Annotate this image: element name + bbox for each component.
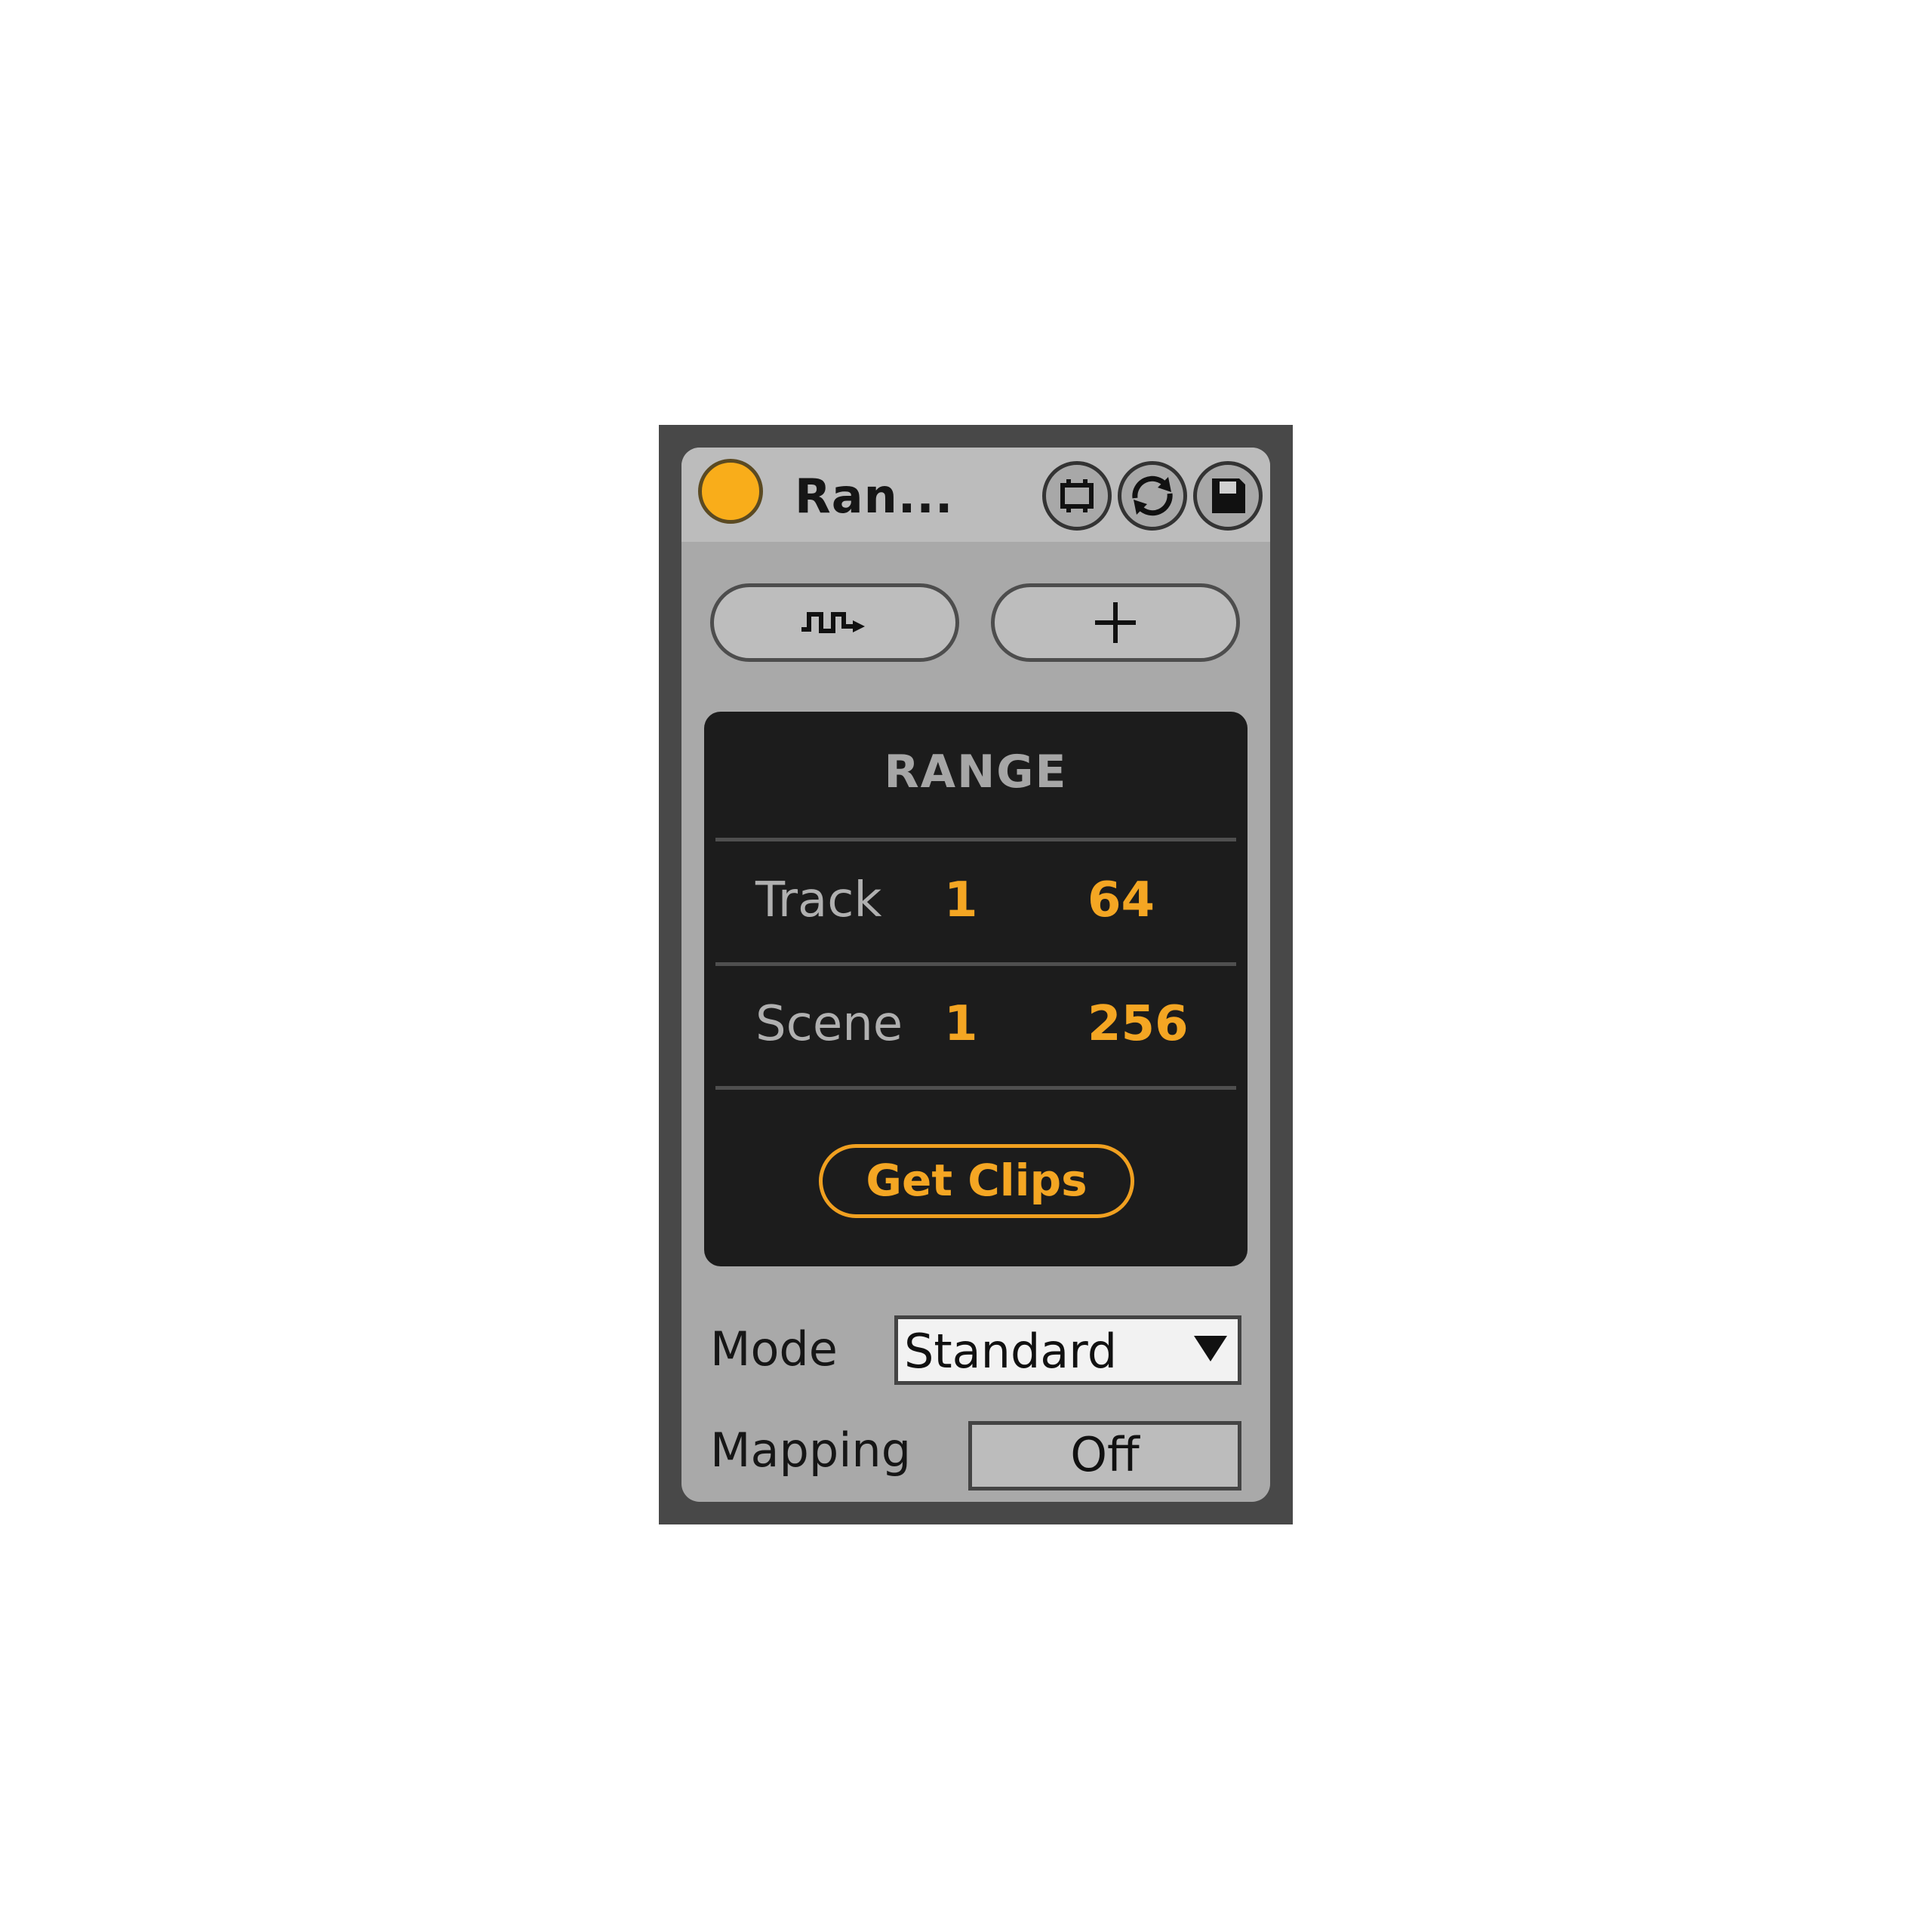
device-title-bar: Ran... <box>681 448 1270 542</box>
sync-icon <box>1132 475 1173 516</box>
track-label: Track <box>755 872 882 928</box>
track-from-value[interactable]: 1 <box>944 872 978 928</box>
device-frame: Ran... RANGE Track 1 64 Scene 1 256 Get … <box>659 425 1293 1524</box>
waveform-button[interactable] <box>710 583 959 662</box>
scene-to-value[interactable]: 256 <box>1088 996 1189 1052</box>
get-clips-button[interactable]: Get Clips <box>819 1144 1134 1218</box>
device-title: Ran... <box>795 469 954 524</box>
mapping-label: Mapping <box>710 1423 912 1478</box>
mode-label: Mode <box>710 1321 838 1377</box>
device-panel: Ran... RANGE Track 1 64 Scene 1 256 Get … <box>681 448 1270 1502</box>
save-icon <box>1212 478 1245 513</box>
scene-from-value[interactable]: 1 <box>944 996 978 1052</box>
mode-select[interactable]: Standard <box>894 1315 1241 1385</box>
mapping-toggle[interactable]: Off <box>968 1421 1241 1491</box>
range-divider <box>715 962 1236 966</box>
sync-button[interactable] <box>1118 461 1187 531</box>
mode-selected-value: Standard <box>904 1324 1118 1379</box>
clip-region-button[interactable] <box>1042 461 1112 531</box>
plus-icon <box>1095 602 1136 643</box>
clip-region-icon <box>1060 479 1094 512</box>
waveform-arrow-icon <box>801 612 865 633</box>
dropdown-arrow-icon <box>1194 1336 1227 1361</box>
save-button[interactable] <box>1193 461 1263 531</box>
device-power-button[interactable] <box>698 459 763 524</box>
track-to-value[interactable]: 64 <box>1088 872 1155 928</box>
range-divider <box>715 1086 1236 1090</box>
range-panel: RANGE Track 1 64 Scene 1 256 Get Clips <box>704 712 1247 1266</box>
range-divider <box>715 838 1236 841</box>
add-button[interactable] <box>991 583 1240 662</box>
scene-label: Scene <box>755 996 903 1052</box>
range-title: RANGE <box>884 746 1068 798</box>
